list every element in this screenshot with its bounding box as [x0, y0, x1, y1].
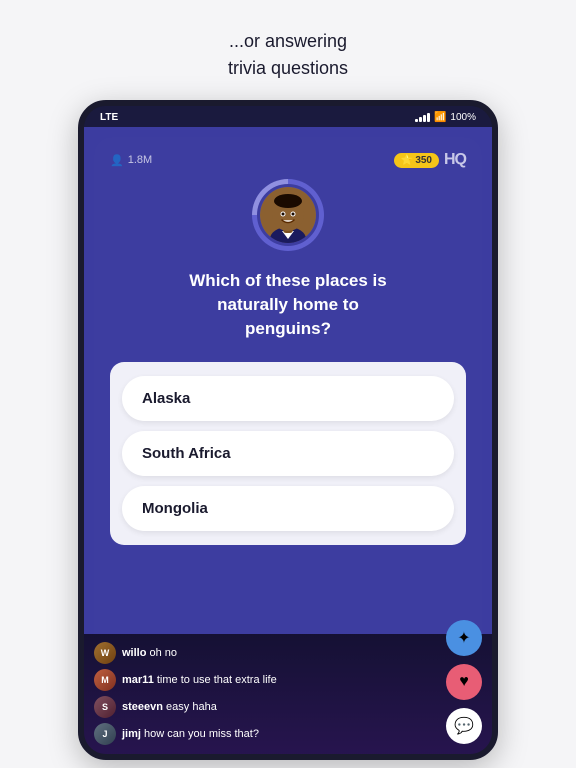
chat-row-1: W willo oh no [94, 642, 482, 664]
heart-fab-icon: ♥ [459, 673, 469, 691]
card-inner: 👤 1.8M ⭐ 350 HQ [94, 137, 482, 634]
chat-avatar-jimj: J [94, 723, 116, 745]
answer-mongolia[interactable]: Mongolia [122, 486, 454, 531]
wifi-icon: 📶 [434, 112, 446, 123]
player-count: 👤 1.8M [110, 154, 152, 167]
chat-message-3: steeevn easy haha [122, 701, 217, 713]
hq-badge: ⭐ 350 HQ [394, 151, 466, 169]
card-top-bar: 👤 1.8M ⭐ 350 HQ [110, 151, 466, 169]
answer-south-africa[interactable]: South Africa [122, 431, 454, 476]
star-fab[interactable]: ✦ [446, 620, 482, 656]
chat-row-2: M mar11 time to use that extra life [94, 669, 482, 691]
heart-fab[interactable]: ♥ [446, 664, 482, 700]
coin-star-icon: ⭐ [401, 155, 413, 166]
chat-message-2: mar11 time to use that extra life [122, 674, 277, 686]
chat-message-4: jimj how can you miss that? [122, 728, 259, 740]
quiz-card: 👤 1.8M ⭐ 350 HQ [84, 127, 492, 634]
fab-column: ✦ ♥ 💬 [446, 620, 482, 744]
status-right-icons: 📶 100% [415, 112, 476, 123]
coin-badge: ⭐ 350 [394, 153, 439, 168]
chat-message-1: willo oh no [122, 647, 177, 659]
chat-fab-icon: 💬 [454, 716, 474, 736]
host-avatar-ring [252, 179, 324, 251]
chat-fab[interactable]: 💬 [446, 708, 482, 744]
chat-avatar-mar11: M [94, 669, 116, 691]
answer-alaska[interactable]: Alaska [122, 376, 454, 421]
signal-icon [415, 113, 430, 122]
host-face-svg [260, 187, 316, 243]
chat-row-4: J jimj how can you miss that? [94, 723, 482, 745]
hq-logo: HQ [444, 151, 466, 169]
status-bar: LTE 📶 100% [84, 106, 492, 127]
answers-container: Alaska South Africa Mongolia [110, 362, 466, 545]
chat-area: W willo oh no M mar11 time to use that e… [84, 634, 492, 754]
question-text: Which of these places isnaturally home t… [179, 269, 396, 340]
device-frame: LTE 📶 100% 👤 1.8M ⭐ [78, 100, 498, 760]
chat-avatar-willo: W [94, 642, 116, 664]
battery-indicator: 100% [450, 112, 476, 123]
header-text: ...or answering trivia questions [228, 28, 348, 82]
star-fab-icon: ✦ [457, 628, 470, 648]
chat-messages: W willo oh no M mar11 time to use that e… [94, 642, 482, 748]
player-icon: 👤 [110, 154, 124, 167]
lte-indicator: LTE [100, 112, 118, 123]
chat-avatar-steeevn: S [94, 696, 116, 718]
host-avatar [257, 184, 319, 246]
chat-row-3: S steeevn easy haha [94, 696, 482, 718]
